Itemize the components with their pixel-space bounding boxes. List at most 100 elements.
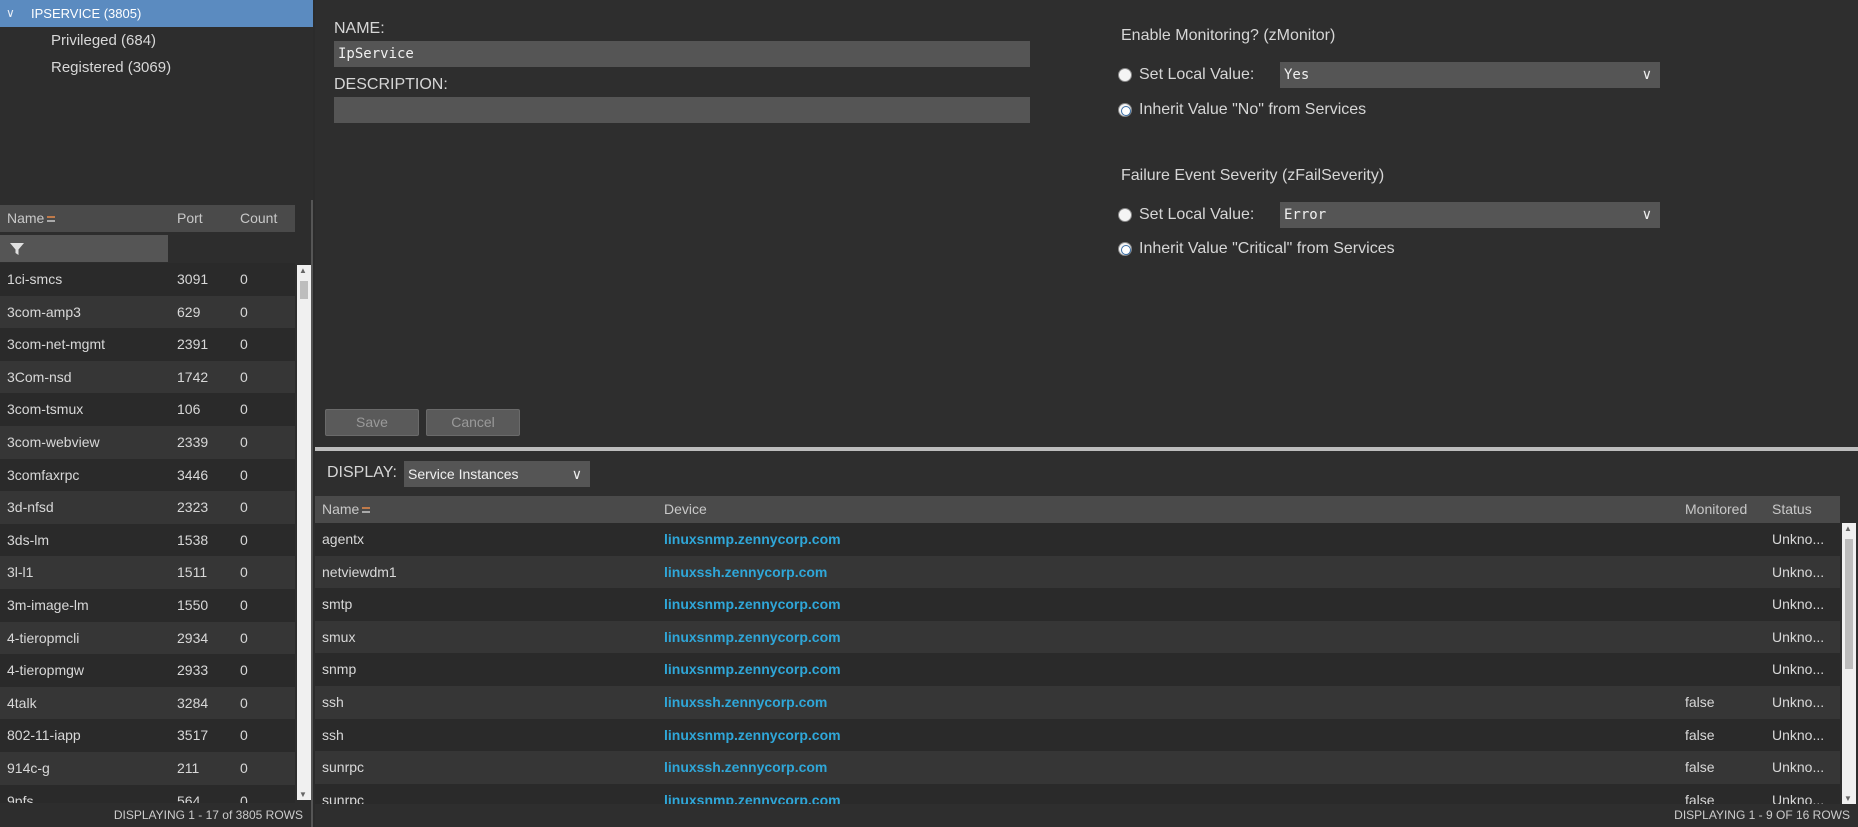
right-scrollbar[interactable]: ▲ ▼: [1842, 523, 1856, 804]
filter-icon: [10, 243, 24, 255]
table-row[interactable]: 3Com-nsd 1742 0: [0, 360, 295, 394]
cell-count: 0: [240, 303, 248, 320]
chevron-down-icon[interactable]: ∨: [6, 0, 15, 27]
severity-set-local-label: Set Local Value:: [1139, 206, 1255, 223]
scroll-down-icon[interactable]: ▼: [299, 790, 307, 799]
tree-node-ipservice[interactable]: ∨ IPSERVICE (3805): [0, 0, 313, 27]
severity-inherit-radio[interactable]: [1118, 242, 1132, 256]
column-header-name[interactable]: Name: [7, 205, 56, 232]
column-header-port[interactable]: Port: [177, 205, 203, 232]
sort-icon: [47, 216, 56, 223]
column-header-monitored[interactable]: Monitored: [1685, 496, 1747, 523]
severity-select[interactable]: Error ∨: [1280, 202, 1660, 228]
display-label: DISPLAY:: [327, 464, 397, 481]
table-row[interactable]: 4talk 3284 0: [0, 686, 295, 720]
save-button[interactable]: Save: [325, 409, 419, 436]
tree-node-registered[interactable]: Registered (3069): [51, 59, 171, 76]
chevron-down-icon: ∨: [1641, 67, 1652, 83]
service-detail-form: NAME: IpService DESCRIPTION: Enable Moni…: [315, 0, 1858, 447]
cell-count: 0: [240, 499, 248, 516]
device-link[interactable]: linuxsnmp.zennycorp.com: [664, 719, 841, 752]
table-row[interactable]: 914c-g 211 0: [0, 751, 295, 785]
table-row[interactable]: 1ci-smcs 3091 0: [0, 263, 295, 296]
cell-name: 3com-net-mgmt: [7, 336, 106, 353]
device-link[interactable]: linuxsnmp.zennycorp.com: [664, 523, 841, 556]
device-link[interactable]: linuxsnmp.zennycorp.com: [664, 784, 841, 804]
device-link[interactable]: linuxsnmp.zennycorp.com: [664, 621, 841, 654]
table-row[interactable]: snmp linuxsnmp.zennycorp.com Unkno...: [315, 653, 1840, 686]
table-row[interactable]: 802-11-iapp 3517 0: [0, 719, 295, 752]
cell-name: 3comfaxrpc: [7, 466, 80, 483]
table-row[interactable]: 4-tieropmgw 2933 0: [0, 654, 295, 687]
device-link[interactable]: linuxssh.zennycorp.com: [664, 556, 827, 589]
cancel-button[interactable]: Cancel: [426, 409, 520, 436]
column-header-name[interactable]: Name: [322, 496, 371, 523]
table-row[interactable]: 3com-net-mgmt 2391 0: [0, 328, 295, 361]
cell-port: 2323: [177, 499, 209, 516]
device-link[interactable]: linuxssh.zennycorp.com: [664, 751, 827, 784]
table-row[interactable]: 3com-tsmux 106 0: [0, 393, 295, 426]
monitor-set-local-radio[interactable]: [1118, 68, 1132, 82]
monitor-title: Enable Monitoring? (zMonitor): [1121, 27, 1336, 44]
table-row[interactable]: 3com-webview 2339 0: [0, 425, 295, 459]
table-row[interactable]: 3l-l1 1511 0: [0, 556, 295, 589]
table-row[interactable]: 9pfs 564 0: [0, 784, 295, 803]
table-row[interactable]: ssh linuxsnmp.zennycorp.com false Unkno...: [315, 718, 1840, 752]
cell-name: 1ci-smcs: [7, 271, 63, 287]
cell-name: ssh: [322, 693, 344, 710]
table-row[interactable]: ssh linuxssh.zennycorp.com false Unkno...: [315, 685, 1840, 719]
filter-row[interactable]: [0, 235, 168, 262]
table-row[interactable]: 3d-nfsd 2323 0: [0, 491, 295, 524]
cell-status: Unkno...: [1772, 628, 1825, 645]
tree-node-privileged[interactable]: Privileged (684): [51, 32, 156, 49]
scrollbar-thumb[interactable]: [1845, 539, 1853, 669]
device-link[interactable]: linuxssh.zennycorp.com: [664, 686, 827, 719]
cell-status: Unkno...: [1772, 563, 1825, 580]
scroll-up-icon[interactable]: ▲: [1844, 524, 1852, 533]
column-header-device[interactable]: Device: [664, 496, 707, 523]
cell-count: 0: [240, 433, 248, 450]
cell-port: 3091: [177, 271, 209, 287]
table-row[interactable]: 3comfaxrpc 3446 0: [0, 458, 295, 492]
cell-status: Unkno...: [1772, 791, 1825, 804]
severity-title: Failure Event Severity (zFailSeverity): [1121, 167, 1385, 184]
severity-inherit-label: Inherit Value "Critical" from Services: [1139, 240, 1395, 257]
table-row[interactable]: 3com-amp3 629 0: [0, 295, 295, 329]
device-link[interactable]: linuxsnmp.zennycorp.com: [664, 653, 841, 686]
display-select[interactable]: Service Instances ∨: [404, 461, 590, 487]
table-row[interactable]: sunrpc linuxssh.zennycorp.com false Unkno..…: [315, 751, 1840, 784]
cell-port: 2933: [177, 662, 209, 679]
column-header-status[interactable]: Status: [1772, 496, 1812, 523]
table-row[interactable]: smux linuxsnmp.zennycorp.com Unkno...: [315, 620, 1840, 654]
monitor-select[interactable]: Yes ∨: [1280, 62, 1660, 88]
cell-monitored: false: [1685, 791, 1715, 804]
monitor-inherit-radio[interactable]: [1118, 103, 1132, 117]
severity-set-local-radio[interactable]: [1118, 208, 1132, 222]
column-header-label: Name: [322, 501, 360, 517]
description-field[interactable]: [334, 97, 1030, 123]
name-field[interactable]: IpService: [334, 41, 1030, 67]
scroll-up-icon[interactable]: ▲: [299, 266, 307, 275]
cell-name: smtp: [322, 596, 353, 613]
table-row[interactable]: smtp linuxsnmp.zennycorp.com Unkno...: [315, 588, 1840, 621]
cell-name: netviewdm1: [322, 563, 397, 580]
cell-status: Unkno...: [1772, 726, 1825, 743]
table-row[interactable]: 3m-image-lm 1550 0: [0, 588, 295, 622]
table-row[interactable]: sunrpc linuxsnmp.zennycorp.com false Unkno.…: [315, 783, 1840, 804]
device-link[interactable]: linuxsnmp.zennycorp.com: [664, 588, 841, 621]
cell-port: 3517: [177, 727, 209, 744]
cell-port: 211: [177, 759, 200, 776]
scroll-down-icon[interactable]: ▼: [1844, 794, 1852, 803]
scrollbar-thumb[interactable]: [300, 281, 308, 299]
cell-count: 0: [240, 596, 248, 613]
left-scrollbar[interactable]: ▲ ▼: [297, 265, 311, 800]
cell-port: 1550: [177, 596, 209, 613]
table-row[interactable]: agentx linuxsnmp.zennycorp.com Unkno...: [315, 523, 1840, 556]
table-row[interactable]: netviewdm1 linuxssh.zennycorp.com Unkno...: [315, 555, 1840, 589]
cell-count: 0: [240, 629, 248, 646]
column-header-count[interactable]: Count: [240, 205, 277, 232]
cell-count: 0: [240, 336, 248, 353]
table-row[interactable]: 4-tieropmcli 2934 0: [0, 621, 295, 655]
cell-port: 1742: [177, 368, 209, 385]
table-row[interactable]: 3ds-lm 1538 0: [0, 523, 295, 557]
